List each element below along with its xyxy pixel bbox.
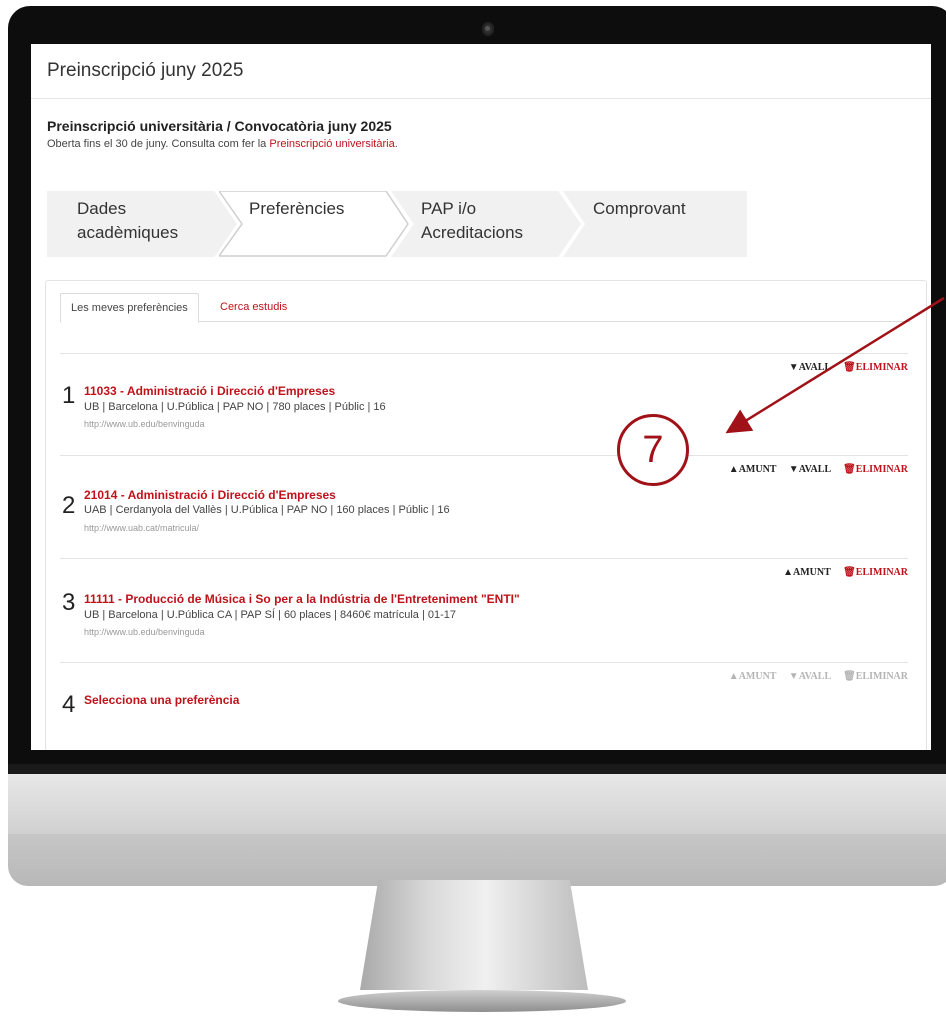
preference-item: ▲AMUNT 🗑ELIMINAR 3 11111 - Producció de … xyxy=(60,558,908,663)
preference-url[interactable]: http://www.uab.cat/matricula/ xyxy=(84,523,199,533)
monitor-chin xyxy=(8,764,946,886)
page-header: Preinscripció juny 2025 xyxy=(31,44,931,99)
preference-number: 4 xyxy=(62,691,76,718)
delete-button[interactable]: 🗑ELIMINAR xyxy=(843,362,908,373)
preference-actions: ▲AMUNT ▼AVALL 🗑ELIMINAR xyxy=(719,671,908,682)
preference-detail: UB | Barcelona | U.Pública | PAP NO | 78… xyxy=(84,401,386,413)
step-label: PAP i/o xyxy=(421,199,477,218)
tab-bar: Les meves preferències Cerca estudis xyxy=(60,293,910,323)
select-preference-link[interactable]: Selecciona una preferència xyxy=(84,693,239,707)
step-number-badge: 7 xyxy=(617,414,689,486)
move-up-button: ▲AMUNT xyxy=(728,671,777,682)
move-down-button[interactable]: ▼AVALL xyxy=(789,362,831,373)
preference-number: 3 xyxy=(62,589,76,616)
step-academic-data[interactable]: Dades acadèmiques xyxy=(47,191,237,257)
active-step-outline xyxy=(219,191,409,257)
preference-title[interactable]: 21014 - Administració i Direcció d'Empre… xyxy=(84,488,336,502)
move-down-button: ▼AVALL xyxy=(788,671,831,682)
preference-detail: UAB | Cerdanyola del Vallès | U.Pública … xyxy=(84,504,450,516)
tab-search-studies[interactable]: Cerca estudis xyxy=(210,293,297,321)
deadline-note-suffix: . xyxy=(394,138,398,150)
delete-button[interactable]: 🗑ELIMINAR xyxy=(843,567,908,578)
move-up-button[interactable]: ▲AMUNT xyxy=(729,464,777,475)
monitor-stand xyxy=(360,880,588,990)
tab-my-preferences[interactable]: Les meves preferències xyxy=(60,293,199,323)
preference-number: 1 xyxy=(62,382,76,409)
step-pap-accreditations[interactable]: PAP i/o Acreditacions xyxy=(391,191,581,257)
preference-actions: ▼AVALL 🗑ELIMINAR xyxy=(779,362,908,373)
preference-title[interactable]: 11111 - Producció de Música i So per a l… xyxy=(84,592,520,606)
preference-actions: ▲AMUNT ▼AVALL 🗑ELIMINAR xyxy=(719,464,908,475)
monitor-base xyxy=(338,990,626,1012)
wizard-steps: Dades acadèmiques Preferències PAP i/o A… xyxy=(47,191,747,257)
step-label: Dades xyxy=(77,199,127,218)
section-heading: Preinscripció universitària / Convocatòr… xyxy=(47,118,392,134)
preference-detail: UB | Barcelona | U.Pública CA | PAP SÍ |… xyxy=(84,609,456,621)
step-label: Acreditacions xyxy=(421,223,524,242)
deadline-note-text: Oberta fins el 30 de juny. Consulta com … xyxy=(47,138,270,150)
preferences-panel: Les meves preferències Cerca estudis ▼AV… xyxy=(45,280,927,750)
preference-number: 2 xyxy=(62,492,76,519)
preference-url[interactable]: http://www.ub.edu/benvinguda xyxy=(84,419,205,429)
step-label: Comprovant xyxy=(593,199,686,218)
delete-button[interactable]: 🗑ELIMINAR xyxy=(843,464,908,475)
preference-item: ▲AMUNT ▼AVALL 🗑ELIMINAR 4 Selecciona una… xyxy=(60,662,908,747)
camera-icon xyxy=(482,22,494,36)
preinscription-link[interactable]: Preinscripció universitària xyxy=(269,138,394,150)
page-title: Preinscripció juny 2025 xyxy=(47,60,244,81)
deadline-note: Oberta fins el 30 de juny. Consulta com … xyxy=(47,138,398,150)
preference-item: ▲AMUNT ▼AVALL 🗑ELIMINAR 2 21014 - Admini… xyxy=(60,455,908,558)
preference-actions: ▲AMUNT 🗑ELIMINAR xyxy=(773,567,908,578)
move-up-button[interactable]: ▲AMUNT xyxy=(783,567,831,578)
preference-url[interactable]: http://www.ub.edu/benvinguda xyxy=(84,627,205,637)
move-down-button[interactable]: ▼AVALL xyxy=(789,464,831,475)
preference-item: ▼AVALL 🗑ELIMINAR 1 11033 - Administració… xyxy=(60,353,908,456)
step-label: acadèmiques xyxy=(77,223,179,242)
screen: Preinscripció juny 2025 Preinscripció un… xyxy=(31,44,931,750)
preference-title[interactable]: 11033 - Administració i Direcció d'Empre… xyxy=(84,384,335,398)
delete-button: 🗑ELIMINAR xyxy=(843,671,908,682)
step-receipt[interactable]: Comprovant xyxy=(563,191,747,257)
